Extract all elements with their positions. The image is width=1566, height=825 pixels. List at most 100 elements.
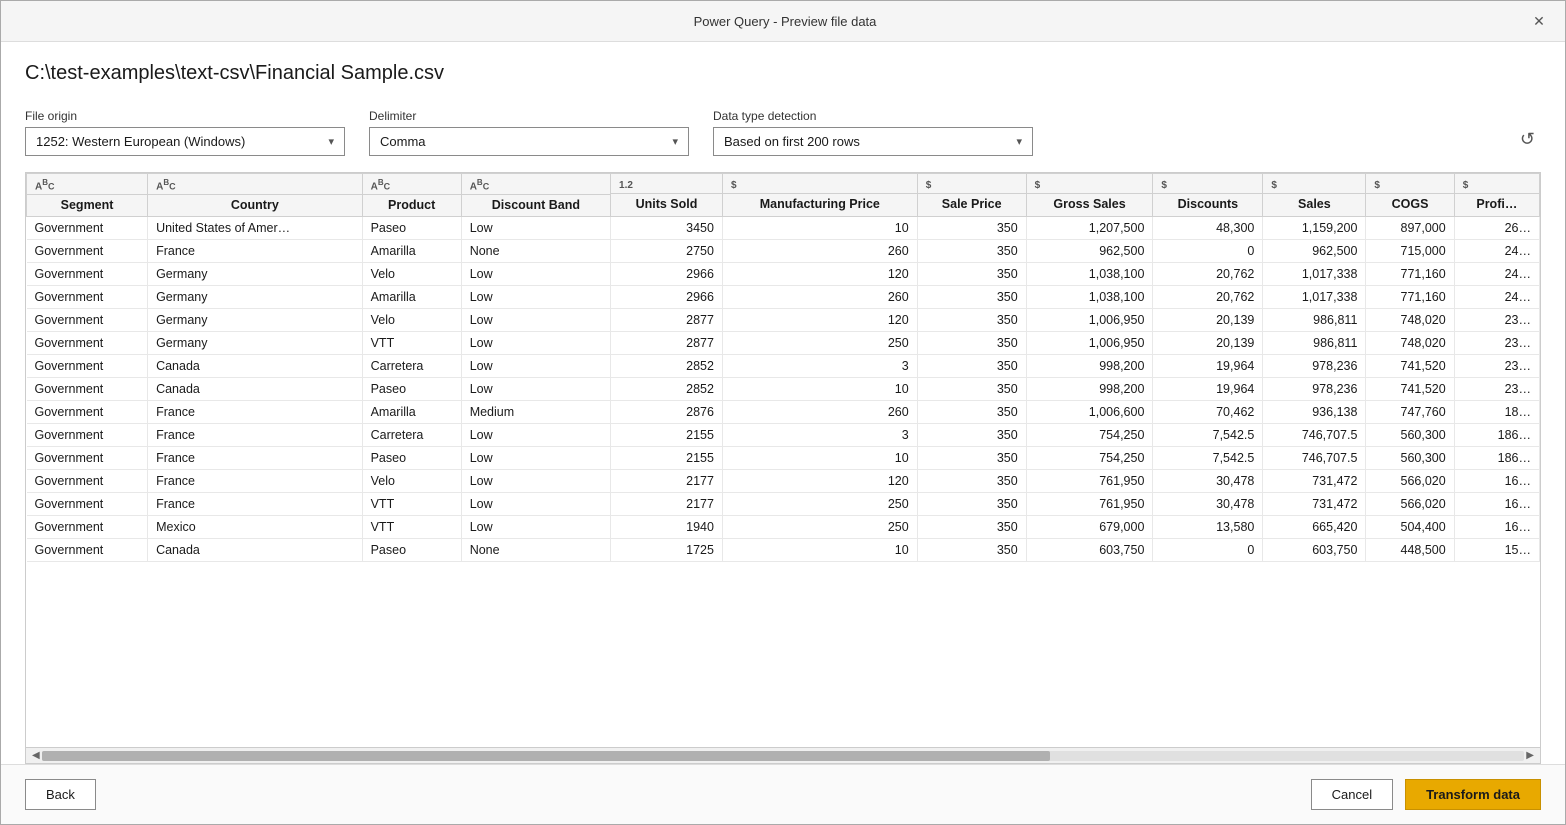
table-cell: 603,750	[1026, 539, 1153, 562]
table-cell: 350	[917, 401, 1026, 424]
table-cell: 20,762	[1153, 263, 1263, 286]
table-cell: 2155	[611, 424, 723, 447]
col-country: ABC Country	[148, 174, 363, 217]
table-cell: Government	[27, 516, 148, 539]
col-product-name: Product	[363, 195, 461, 216]
col-cogs-name: COGS	[1366, 194, 1453, 215]
close-button[interactable]: ✕	[1529, 11, 1549, 31]
col-country-type-icon: ABC	[156, 178, 176, 192]
table-cell: 350	[917, 217, 1026, 240]
table-cell: 260	[722, 286, 917, 309]
table-cell: Mexico	[148, 516, 363, 539]
col-profit-name: Profi…	[1455, 194, 1539, 215]
back-button[interactable]: Back	[25, 779, 96, 810]
table-cell: 986,811	[1263, 332, 1366, 355]
table-cell: 2966	[611, 263, 723, 286]
table-cell: 350	[917, 286, 1026, 309]
data-type-arrow-icon: ▾	[1016, 135, 1022, 148]
table-cell: 350	[917, 539, 1026, 562]
table-cell: 986,811	[1263, 309, 1366, 332]
table-cell: 748,020	[1366, 309, 1454, 332]
data-table-container: ABC Segment ABC Country	[25, 172, 1541, 764]
delimiter-value: Comma	[380, 134, 426, 149]
table-cell: Low	[461, 309, 610, 332]
table-cell: 18…	[1454, 401, 1539, 424]
table-cell: Paseo	[362, 378, 461, 401]
refresh-button[interactable]: ↺	[1514, 123, 1541, 156]
table-cell: 3	[722, 424, 917, 447]
table-cell: 962,500	[1263, 240, 1366, 263]
table-cell: 741,520	[1366, 378, 1454, 401]
table-cell: United States of Amer…	[148, 217, 363, 240]
table-cell: 350	[917, 424, 1026, 447]
table-cell: 30,478	[1153, 470, 1263, 493]
table-cell: Amarilla	[362, 286, 461, 309]
table-cell: Carretera	[362, 424, 461, 447]
table-cell: 350	[917, 493, 1026, 516]
table-cell: Low	[461, 355, 610, 378]
scroll-right-icon[interactable]: ▶	[1524, 750, 1536, 761]
table-cell: Amarilla	[362, 240, 461, 263]
table-cell: None	[461, 240, 610, 263]
col-units-sold: 1.2 Units Sold	[611, 174, 723, 217]
delimiter-dropdown[interactable]: Comma ▾	[369, 127, 689, 156]
table-cell: 560,300	[1366, 447, 1454, 470]
table-cell: 20,139	[1153, 309, 1263, 332]
table-cell: Government	[27, 332, 148, 355]
col-product: ABC Product	[362, 174, 461, 217]
table-cell: France	[148, 240, 363, 263]
file-origin-value: 1252: Western European (Windows)	[36, 134, 245, 149]
table-cell: 7,542.5	[1153, 424, 1263, 447]
scroll-thumb[interactable]	[42, 751, 1050, 761]
table-cell: Government	[27, 355, 148, 378]
table-cell: 24…	[1454, 240, 1539, 263]
footer-left: Back	[25, 779, 96, 810]
table-cell: France	[148, 493, 363, 516]
table-cell: 603,750	[1263, 539, 1366, 562]
table-cell: Low	[461, 516, 610, 539]
col-profit-type-icon: $	[1463, 180, 1469, 191]
table-cell: 70,462	[1153, 401, 1263, 424]
table-cell: 260	[722, 401, 917, 424]
data-type-dropdown[interactable]: Based on first 200 rows ▾	[713, 127, 1033, 156]
table-cell: Velo	[362, 470, 461, 493]
table-cell: 2966	[611, 286, 723, 309]
col-gross-sales-name: Gross Sales	[1027, 194, 1153, 215]
table-cell: 448,500	[1366, 539, 1454, 562]
table-cell: 2877	[611, 332, 723, 355]
transform-button[interactable]: Transform data	[1405, 779, 1541, 810]
table-row: GovernmentGermanyVTTLow28772503501,006,9…	[27, 332, 1540, 355]
table-cell: 350	[917, 355, 1026, 378]
table-cell: Amarilla	[362, 401, 461, 424]
scroll-left-icon[interactable]: ◀	[30, 750, 42, 761]
table-cell: 350	[917, 309, 1026, 332]
col-cogs: $ COGS	[1366, 174, 1454, 217]
col-product-type-icon: ABC	[371, 178, 391, 192]
file-origin-dropdown[interactable]: 1252: Western European (Windows) ▾	[25, 127, 345, 156]
table-cell: 7,542.5	[1153, 447, 1263, 470]
table-cell: 10	[722, 217, 917, 240]
table-cell: 350	[917, 470, 1026, 493]
table-cell: Canada	[148, 355, 363, 378]
table-cell: 250	[722, 332, 917, 355]
table-cell: 665,420	[1263, 516, 1366, 539]
horizontal-scrollbar[interactable]: ◀ ▶	[26, 747, 1540, 763]
table-cell: 998,200	[1026, 378, 1153, 401]
table-cell: 15…	[1454, 539, 1539, 562]
table-scroll-area[interactable]: ABC Segment ABC Country	[26, 173, 1540, 747]
table-cell: Government	[27, 447, 148, 470]
scroll-track[interactable]	[42, 751, 1525, 761]
table-cell: 2177	[611, 470, 723, 493]
table-cell: Paseo	[362, 447, 461, 470]
col-mfg-price-name: Manufacturing Price	[723, 194, 917, 215]
table-row: GovernmentCanadaPaseoLow285210350998,200…	[27, 378, 1540, 401]
data-type-group: Data type detection Based on first 200 r…	[713, 109, 1033, 156]
cancel-button[interactable]: Cancel	[1311, 779, 1393, 810]
table-cell: France	[148, 424, 363, 447]
delimiter-arrow-icon: ▾	[672, 135, 678, 148]
dialog-title: Power Query - Preview file data	[41, 14, 1529, 29]
delimiter-group: Delimiter Comma ▾	[369, 109, 689, 156]
table-cell: 1,038,100	[1026, 286, 1153, 309]
table-cell: 504,400	[1366, 516, 1454, 539]
table-cell: Government	[27, 401, 148, 424]
